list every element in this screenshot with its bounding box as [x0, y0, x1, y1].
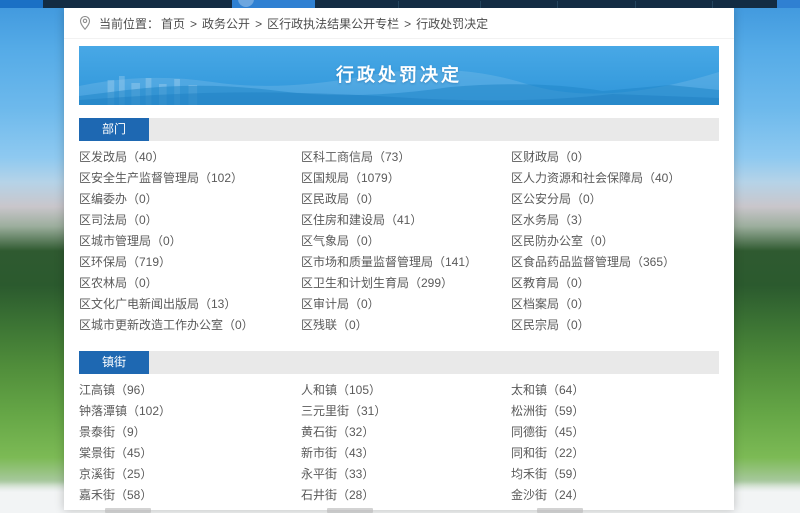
clipped-item	[327, 508, 373, 513]
category-link[interactable]: 京溪街（25）	[79, 464, 301, 485]
breadcrumb-items: 首页 > 政务公开 > 区行政执法结果公开专栏 > 行政处罚决定	[161, 15, 488, 32]
section-bar-departments: 部门	[79, 118, 719, 141]
section-bar-streets: 镇街	[79, 351, 719, 374]
tab-streets[interactable]: 镇街	[79, 351, 149, 374]
nav-right-segment	[777, 0, 800, 8]
category-link[interactable]: 区卫生和计划生育局（299）	[301, 273, 511, 294]
category-link[interactable]: 太和镇（64）	[511, 380, 719, 401]
breadcrumb-separator: >	[190, 17, 197, 31]
clipped-item	[537, 508, 583, 513]
breadcrumb-separator: >	[404, 17, 411, 31]
page-title: 行政处罚决定	[79, 46, 719, 105]
category-link[interactable]: 区民宗局（0）	[511, 315, 719, 336]
category-link[interactable]: 区编委办（0）	[79, 189, 301, 210]
category-link[interactable]: 区城市更新改造工作办公室（0）	[79, 315, 301, 336]
category-link[interactable]: 区审计局（0）	[301, 294, 511, 315]
category-link[interactable]: 金沙街（24）	[511, 485, 719, 506]
breadcrumb: 当前位置： 首页 > 政务公开 > 区行政执法结果公开专栏 > 行政处罚决定	[64, 8, 734, 39]
category-link[interactable]: 区安全生产监督管理局（102）	[79, 168, 301, 189]
category-link[interactable]: 景泰街（9）	[79, 422, 301, 443]
category-link[interactable]: 三元里街（31）	[301, 401, 511, 422]
nav-divider	[557, 1, 558, 8]
nav-active-arc	[238, 0, 254, 7]
category-link[interactable]: 区民防办公室（0）	[511, 231, 719, 252]
page-banner: 行政处罚决定	[79, 46, 719, 105]
category-link[interactable]: 区城市管理局（0）	[79, 231, 301, 252]
category-link[interactable]: 松洲街（59）	[511, 401, 719, 422]
category-link[interactable]: 同德街（45）	[511, 422, 719, 443]
category-link[interactable]: 区人力资源和社会保障局（40）	[511, 168, 719, 189]
category-link[interactable]: 同和街（22）	[511, 443, 719, 464]
nav-divider	[398, 1, 399, 8]
content-card: 当前位置： 首页>政务公开>区行政执法结果公开专栏>行政处罚决定 行政处罚决定 …	[64, 8, 734, 510]
tab-departments[interactable]: 部门	[79, 118, 149, 141]
category-link[interactable]: 区国规局（1079）	[301, 168, 511, 189]
breadcrumb-prefix: 当前位置：	[99, 15, 159, 32]
category-link[interactable]: 区农林局（0）	[79, 273, 301, 294]
breadcrumb-link[interactable]: 区行政执法结果公开专栏	[267, 17, 399, 31]
category-link[interactable]: 区档案局（0）	[511, 294, 719, 315]
category-link[interactable]: 区科工商信局（73）	[301, 147, 511, 168]
category-link[interactable]: 新市街（43）	[301, 443, 511, 464]
nav-left-segment	[0, 0, 43, 8]
category-link[interactable]: 人和镇（105）	[301, 380, 511, 401]
category-link[interactable]: 均禾街（59）	[511, 464, 719, 485]
nav-divider	[635, 1, 636, 8]
category-link[interactable]: 棠景街（45）	[79, 443, 301, 464]
breadcrumb-link[interactable]: 政务公开	[202, 17, 250, 31]
category-link[interactable]: 区司法局（0）	[79, 210, 301, 231]
top-nav-bar	[0, 0, 800, 8]
location-pin-icon	[79, 16, 91, 30]
departments-grid: 区发改局（40）区科工商信局（73）区财政局（0） 区安全生产监督管理局（102）…	[79, 147, 719, 336]
category-link[interactable]: 永平街（33）	[301, 464, 511, 485]
category-link[interactable]: 区住房和建设局（41）	[301, 210, 511, 231]
category-link[interactable]: 区教育局（0）	[511, 273, 719, 294]
category-link[interactable]: 区环保局（719）	[79, 252, 301, 273]
category-link[interactable]: 钟落潭镇（102）	[79, 401, 301, 422]
category-link[interactable]: 区残联（0）	[301, 315, 511, 336]
category-link[interactable]: 区食品药品监督管理局（365）	[511, 252, 719, 273]
category-link[interactable]: 区公安分局（0）	[511, 189, 719, 210]
category-link[interactable]: 区民政局（0）	[301, 189, 511, 210]
category-link[interactable]: 石井街（28）	[301, 485, 511, 506]
nav-active-item[interactable]	[232, 0, 315, 8]
breadcrumb-separator: >	[255, 17, 262, 31]
breadcrumb-link[interactable]: 首页	[161, 17, 185, 31]
clipped-row	[79, 508, 719, 513]
clipped-item	[105, 508, 151, 513]
nav-divider	[480, 1, 481, 8]
category-link[interactable]: 区文化广电新闻出版局（13）	[79, 294, 301, 315]
category-link[interactable]: 区市场和质量监督管理局（141）	[301, 252, 511, 273]
category-link[interactable]: 江高镇（96）	[79, 380, 301, 401]
breadcrumb-link[interactable]: 行政处罚决定	[416, 17, 488, 31]
streets-grid: 江高镇（96）人和镇（105）太和镇（64） 钟落潭镇（102）三元里街（31）松…	[79, 380, 719, 506]
category-link[interactable]: 区发改局（40）	[79, 147, 301, 168]
category-link[interactable]: 嘉禾街（58）	[79, 485, 301, 506]
category-link[interactable]: 区水务局（3）	[511, 210, 719, 231]
category-link[interactable]: 黄石街（32）	[301, 422, 511, 443]
category-link[interactable]: 区财政局（0）	[511, 147, 719, 168]
category-link[interactable]: 区气象局（0）	[301, 231, 511, 252]
nav-divider	[712, 1, 713, 8]
